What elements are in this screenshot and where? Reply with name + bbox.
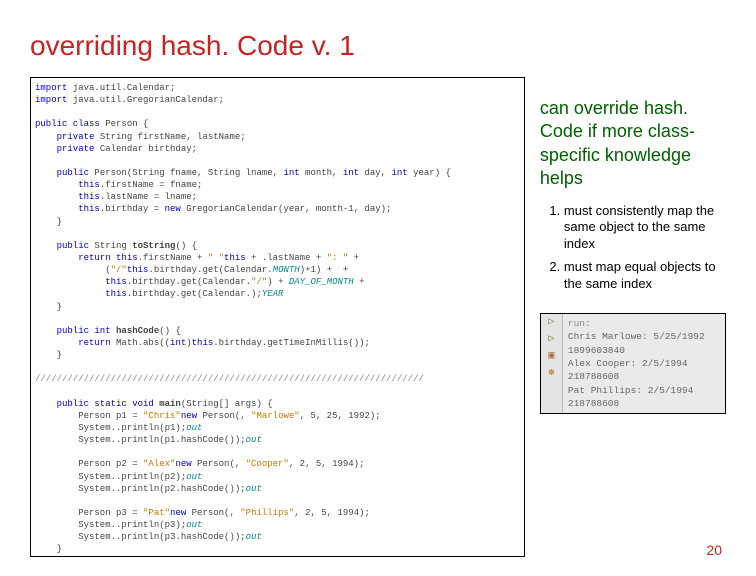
run-icon: ▷ bbox=[543, 316, 559, 330]
right-column: can override hash. Code if more class-sp… bbox=[540, 77, 726, 557]
console-output: ▷ ▷ ▣ ✽ run: Chris Marlowe: 5/25/1992 18… bbox=[540, 313, 726, 414]
rules-list: must consistently map the same object to… bbox=[540, 203, 726, 299]
rule-item: must consistently map the same object to… bbox=[564, 203, 726, 254]
page-number: 20 bbox=[706, 542, 722, 558]
slide-title: overriding hash. Code v. 1 bbox=[30, 30, 726, 62]
run2-icon: ▷ bbox=[543, 333, 559, 347]
output-icon-strip: ▷ ▷ ▣ ✽ bbox=[541, 314, 563, 413]
content-row: import java.util.Calendar; import java.u… bbox=[30, 77, 726, 557]
explanation-text: can override hash. Code if more class-sp… bbox=[540, 97, 726, 191]
settings-icon: ✽ bbox=[543, 367, 559, 381]
stop-icon: ▣ bbox=[543, 350, 559, 364]
console-text: run: Chris Marlowe: 5/25/1992 1899603840… bbox=[563, 314, 725, 413]
rule-item: must map equal objects to the same index bbox=[564, 259, 726, 293]
code-block: import java.util.Calendar; import java.u… bbox=[30, 77, 525, 557]
